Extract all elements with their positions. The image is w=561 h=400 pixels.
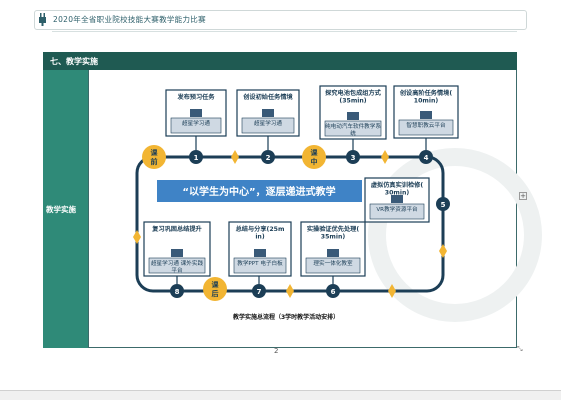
phase-post: 课 后 bbox=[203, 277, 227, 301]
step-text: 超星学习通 bbox=[254, 119, 282, 127]
monitor-icon bbox=[327, 249, 339, 257]
svg-text:课: 课 bbox=[311, 148, 319, 157]
svg-text:中: 中 bbox=[311, 157, 318, 166]
svg-text:课: 课 bbox=[151, 148, 159, 157]
svg-text:前: 前 bbox=[151, 157, 158, 166]
step-number: 1 bbox=[194, 154, 199, 162]
phase-pre: 课 前 bbox=[142, 145, 166, 169]
svg-text:后: 后 bbox=[212, 289, 219, 298]
step-text: 智慧职教云平台 bbox=[406, 121, 446, 129]
step-2: 创设初始任务情境超星学习通 2 bbox=[236, 89, 300, 164]
editor-bottom-bar bbox=[0, 390, 561, 400]
monitor-icon bbox=[171, 249, 183, 257]
diagram-caption: 教学实施总流程（3学时教学活动安排） bbox=[233, 314, 340, 321]
step-6: 实操验证优先处理(35min)理实一体化教室6 bbox=[300, 221, 366, 298]
step-number: 6 bbox=[331, 288, 336, 296]
monitor-icon bbox=[190, 109, 202, 117]
diamond-marker bbox=[286, 284, 294, 298]
step-text: 创设初始任务情境 bbox=[242, 93, 293, 101]
monitor-icon bbox=[254, 249, 266, 257]
svg-text:课: 课 bbox=[212, 280, 220, 289]
step-8: 复习巩固总结提升超星学习通 课外实践平台8 bbox=[143, 221, 211, 298]
page-number: 2 bbox=[274, 347, 279, 355]
step-number: 3 bbox=[351, 154, 356, 162]
diamond-marker bbox=[381, 150, 389, 164]
step-7: 总结与分享(25m in)教学PPT 电子白板7 bbox=[228, 221, 292, 298]
diamond-marker bbox=[133, 230, 141, 244]
process-diagram: “以学生为中心”，逐层递进式教学 课 前 课 中 课 后 发布预习任务超星学习通… bbox=[133, 85, 542, 322]
resize-handle-icon[interactable]: ⤡ bbox=[517, 345, 523, 354]
document-page: 2020年全省职业院校技能大赛教学能力比赛 七、教学实施 教学实施 “以学生为中… bbox=[0, 0, 561, 400]
monitor-icon bbox=[391, 195, 403, 203]
step-text: 教学PPT 电子白板 bbox=[237, 259, 283, 267]
step-5: 虚拟仿真实训检修(30min)VR教学资源平台5 bbox=[364, 177, 450, 223]
step-text: 发布预习任务 bbox=[176, 93, 215, 101]
center-banner-text: “以学生为中心”，逐层递进式教学 bbox=[182, 185, 335, 198]
step-number: 8 bbox=[175, 288, 180, 296]
step-text: 理实一体化教室 bbox=[313, 259, 353, 267]
step-number: 2 bbox=[266, 154, 271, 162]
diamond-marker bbox=[439, 244, 447, 258]
monitor-icon bbox=[347, 112, 359, 120]
diamond-marker bbox=[231, 150, 239, 164]
add-row-button[interactable]: + bbox=[519, 192, 527, 200]
step-number: 7 bbox=[257, 288, 262, 296]
phase-mid: 课 中 bbox=[302, 145, 326, 169]
step-text: VR教学资源平台 bbox=[376, 205, 418, 213]
monitor-icon bbox=[420, 111, 432, 119]
step-1: 发布预习任务超星学习通 1 bbox=[165, 89, 227, 164]
monitor-icon bbox=[262, 109, 274, 117]
step-number: 4 bbox=[424, 154, 429, 162]
step-3: 探究电池包成组方式(35min)纯电动汽车软件教学系统3 bbox=[319, 85, 387, 164]
step-text: 超星学习通 bbox=[182, 119, 210, 127]
step-text: 复习巩固总结提升 bbox=[151, 225, 202, 233]
step-number: 5 bbox=[441, 201, 446, 209]
